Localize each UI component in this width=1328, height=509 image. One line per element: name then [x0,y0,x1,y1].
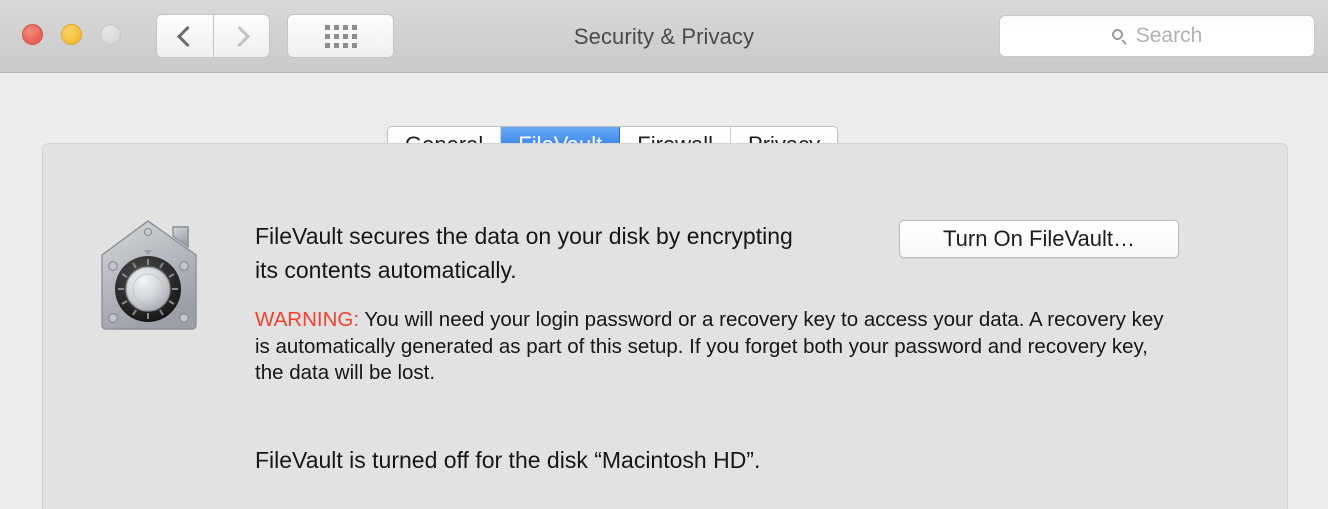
filevault-warning: WARNING: You will need your login passwo… [255,307,1175,387]
filevault-pane: FileVault secures the data on your disk … [42,143,1288,509]
filevault-safe-icon [96,219,202,332]
warning-label: WARNING: [255,308,360,331]
preferences-window: Security & Privacy Search General FileVa… [0,0,1328,509]
window-titlebar: Security & Privacy Search [0,0,1328,73]
turn-on-filevault-button[interactable]: Turn On FileVault… [899,220,1179,258]
filevault-description: FileVault secures the data on your disk … [255,223,793,283]
filevault-status: FileVault is turned off for the disk “Ma… [255,447,761,473]
search-input[interactable]: Search [999,15,1315,57]
search-placeholder-label: Search [1135,24,1203,47]
warning-body: You will need your login password or a r… [255,308,1164,384]
search-icon [1111,28,1127,44]
